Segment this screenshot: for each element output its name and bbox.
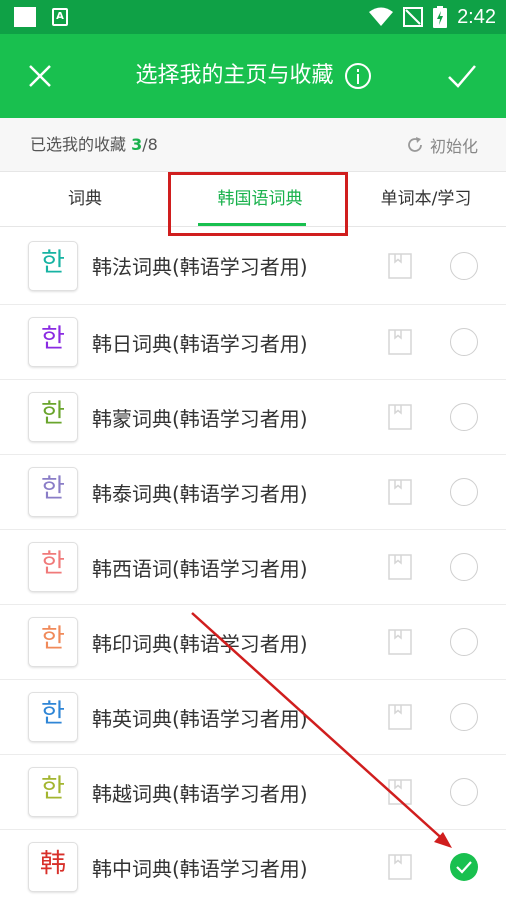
list-item[interactable]: 韩韩中词典(韩语学习者用) bbox=[0, 830, 506, 900]
bookmark-icon[interactable] bbox=[388, 329, 412, 355]
reset-label: 初始化 bbox=[429, 137, 478, 156]
select-checkbox[interactable] bbox=[450, 478, 478, 506]
dictionary-icon: 한 bbox=[28, 240, 78, 291]
bookmark-icon[interactable] bbox=[388, 704, 412, 730]
dictionary-icon: 한 bbox=[28, 317, 78, 367]
list-item[interactable]: 한 韩英词典(韩语学习者用) bbox=[0, 680, 506, 755]
dictionary-list: 한 韩法词典(韩语学习者用) 한 韩日词典(韩语学习者用) 한 韩蒙词典(韩语学习者用) 한… bbox=[0, 227, 506, 900]
dictionary-icon: 한 bbox=[28, 767, 78, 817]
selected-count: 3 bbox=[131, 135, 143, 154]
refresh-icon bbox=[408, 137, 422, 152]
check-icon bbox=[456, 861, 472, 874]
dictionary-icon: 韩 bbox=[28, 842, 78, 892]
bookmark-icon[interactable] bbox=[388, 854, 412, 880]
status-bar: A 2:42 bbox=[0, 0, 506, 34]
page-title: 选择我的主页与收藏 bbox=[0, 58, 506, 94]
dictionary-name: 韩蒙词典(韩语学习者用) bbox=[92, 406, 308, 431]
dictionary-icon: 한 bbox=[28, 467, 78, 517]
dictionary-name: 韩日词典(韩语学习者用) bbox=[92, 331, 308, 356]
tab-bar: 词典 韩国语词典 单词本/学习 bbox=[0, 172, 506, 227]
select-checkbox[interactable] bbox=[450, 628, 478, 656]
selection-label: 已选我的收藏 bbox=[30, 135, 127, 154]
tab-wordbook-study[interactable]: 单词本/学习 bbox=[356, 172, 496, 227]
status-icons: 2:42 bbox=[369, 4, 496, 30]
list-item[interactable]: 한 韩日词典(韩语学习者用) bbox=[0, 305, 506, 380]
dictionary-name: 韩法词典(韩语学习者用) bbox=[92, 255, 308, 279]
select-checkbox[interactable] bbox=[450, 328, 478, 356]
select-checkbox[interactable] bbox=[450, 553, 478, 581]
tab-korean-dictionary[interactable]: 韩国语词典 bbox=[170, 172, 350, 227]
list-item[interactable]: 한 韩泰词典(韩语学习者用) bbox=[0, 455, 506, 530]
select-checkbox[interactable] bbox=[450, 778, 478, 806]
page-title-text: 选择我的主页与收藏 bbox=[135, 63, 334, 88]
selection-summary: 已选我的收藏 3/8 初始化 bbox=[0, 118, 506, 172]
active-tab-indicator bbox=[198, 223, 306, 226]
list-item[interactable]: 한 韩印词典(韩语学习者用) bbox=[0, 605, 506, 680]
dictionary-name: 韩中词典(韩语学习者用) bbox=[92, 856, 308, 881]
check-icon[interactable] bbox=[444, 58, 480, 94]
bookmark-icon[interactable] bbox=[388, 554, 412, 580]
app-notification-icon: A bbox=[52, 8, 68, 26]
selected-checkbox[interactable] bbox=[450, 853, 478, 881]
select-checkbox[interactable] bbox=[450, 703, 478, 731]
dictionary-name: 韩越词典(韩语学习者用) bbox=[92, 781, 308, 806]
tab-dictionary[interactable]: 词典 bbox=[30, 172, 140, 227]
dictionary-icon: 한 bbox=[28, 617, 78, 667]
dictionary-name: 韩西语词(韩语学习者用) bbox=[92, 556, 308, 581]
clock: 2:42 bbox=[457, 5, 496, 28]
list-item[interactable]: 한 韩越词典(韩语学习者用) bbox=[0, 755, 506, 830]
bookmark-icon[interactable] bbox=[388, 479, 412, 505]
bookmark-icon[interactable] bbox=[388, 779, 412, 805]
reset-button[interactable]: 初始化 bbox=[406, 118, 478, 172]
select-checkbox[interactable] bbox=[450, 251, 478, 280]
no-signal-icon bbox=[403, 7, 424, 27]
select-checkbox[interactable] bbox=[450, 403, 478, 431]
bookmark-icon[interactable] bbox=[388, 404, 412, 430]
dictionary-icon: 한 bbox=[28, 692, 78, 742]
bookmark-icon[interactable] bbox=[388, 252, 412, 279]
selection-count: 已选我的收藏 3/8 bbox=[30, 118, 158, 172]
info-icon[interactable] bbox=[344, 63, 371, 89]
dictionary-name: 韩泰词典(韩语学习者用) bbox=[92, 481, 308, 506]
app-header: 选择我的主页与收藏 bbox=[0, 34, 506, 118]
list-item[interactable]: 한 韩法词典(韩语学习者用) bbox=[0, 227, 506, 305]
dictionary-icon: 한 bbox=[28, 392, 78, 442]
list-item[interactable]: 한 韩蒙词典(韩语学习者用) bbox=[0, 380, 506, 455]
dictionary-name: 韩英词典(韩语学习者用) bbox=[92, 706, 308, 731]
square-icon bbox=[14, 7, 36, 27]
dictionary-icon: 한 bbox=[28, 542, 78, 592]
list-item[interactable]: 한 韩西语词(韩语学习者用) bbox=[0, 530, 506, 605]
dictionary-name: 韩印词典(韩语学习者用) bbox=[92, 631, 308, 656]
wifi-icon bbox=[369, 7, 394, 26]
total-count: 8 bbox=[147, 135, 158, 154]
bookmark-icon[interactable] bbox=[388, 629, 412, 655]
battery-charging-icon bbox=[433, 6, 448, 28]
